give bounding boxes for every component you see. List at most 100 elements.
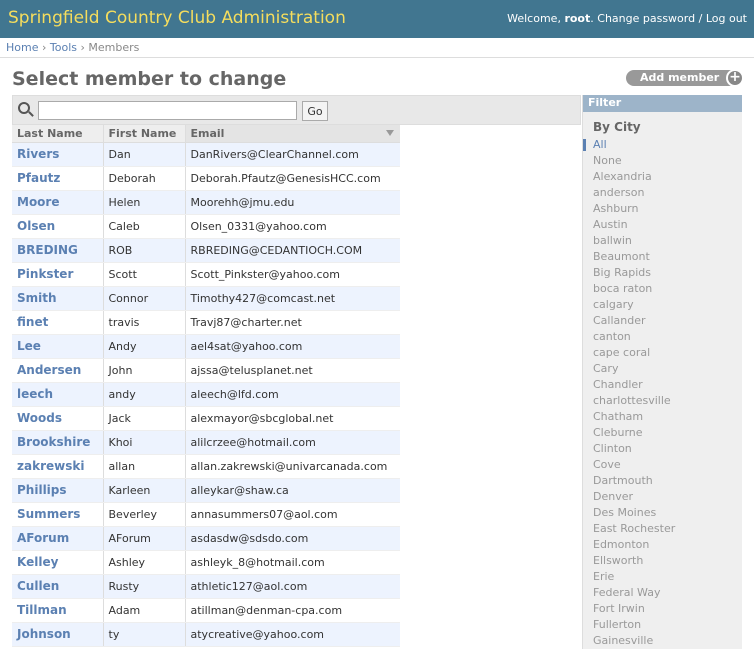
table-row: Tillman Adam atillman@denman-cpa.com	[12, 598, 400, 623]
member-edit-link[interactable]: Olsen	[17, 219, 55, 233]
member-edit-link[interactable]: Johnson	[17, 627, 71, 641]
member-edit-link[interactable]: finet	[17, 315, 48, 329]
change-password-link[interactable]: Change password	[597, 12, 695, 25]
header-bar: Springfield Country Club Administration …	[0, 0, 754, 38]
filter-option[interactable]: Des Moines	[583, 505, 742, 521]
email-cell: ajssa@telusplanet.net	[184, 358, 400, 383]
table-row: Summers Beverley annasummers07@aol.com	[12, 502, 400, 527]
first-name-cell: Connor	[102, 286, 185, 311]
last-name-cell: Cullen	[12, 574, 103, 599]
filter-option[interactable]: Edmonton	[583, 537, 742, 553]
last-name-cell: Summers	[12, 502, 103, 527]
filter-option[interactable]: boca raton	[583, 281, 742, 297]
filter-option[interactable]: All	[583, 137, 742, 153]
email-cell: atillman@denman-cpa.com	[184, 598, 400, 623]
filter-option[interactable]: canton	[583, 329, 742, 345]
member-edit-link[interactable]: Lee	[17, 339, 41, 353]
filter-option[interactable]: Cove	[583, 457, 742, 473]
filter-option[interactable]: Cary	[583, 361, 742, 377]
first-name-cell: Jack	[102, 406, 185, 431]
filter-option[interactable]: East Rochester	[583, 521, 742, 537]
member-edit-link[interactable]: Woods	[17, 411, 62, 425]
member-edit-link[interactable]: Brookshire	[17, 435, 90, 449]
member-edit-link[interactable]: Rivers	[17, 147, 59, 161]
filter-option[interactable]: Fort Irwin	[583, 601, 742, 617]
filter-option[interactable]: None	[583, 153, 742, 169]
filter-option[interactable]: Federal Way	[583, 585, 742, 601]
member-edit-link[interactable]: AForum	[17, 531, 69, 545]
table-row: BREDING ROB RBREDING@CEDANTIOCH.COM	[12, 238, 400, 263]
user-tools-separator: /	[698, 12, 703, 25]
last-name-cell: Brookshire	[12, 430, 103, 455]
filter-option[interactable]: Dartmouth	[583, 473, 742, 489]
filter-option[interactable]: Alexandria	[583, 169, 742, 185]
table-row: zakrewski allan allan.zakrewski@univarcana…	[12, 454, 400, 479]
filter-option[interactable]: Erie	[583, 569, 742, 585]
breadcrumb-separator: ›	[41, 41, 47, 54]
last-name-cell: Pinkster	[12, 262, 103, 287]
column-header-email[interactable]: Email	[184, 125, 400, 143]
filter-option[interactable]: Cleburne	[583, 425, 742, 441]
filter-option[interactable]: calgary	[583, 297, 742, 313]
last-name-cell: AForum	[12, 526, 103, 551]
member-edit-link[interactable]: Cullen	[17, 579, 59, 593]
member-edit-link[interactable]: Smith	[17, 291, 57, 305]
go-button[interactable]: Go	[302, 101, 328, 121]
add-member-label: Add member	[640, 71, 720, 84]
first-name-cell: travis	[102, 310, 185, 335]
member-edit-link[interactable]: Tillman	[17, 603, 67, 617]
column-header-last-name[interactable]: Last Name	[12, 125, 103, 143]
table-row: Kelley Ashley ashleyk_8@hotmail.com	[12, 550, 400, 575]
filter-option[interactable]: ballwin	[583, 233, 742, 249]
filter-option[interactable]: Denver	[583, 489, 742, 505]
breadcrumb: Home › Tools › Members	[0, 38, 754, 58]
filter-option[interactable]: Callander	[583, 313, 742, 329]
last-name-cell: Kelley	[12, 550, 103, 575]
email-cell: Olsen_0331@yahoo.com	[184, 214, 400, 239]
member-edit-link[interactable]: leech	[17, 387, 53, 401]
member-edit-link[interactable]: Kelley	[17, 555, 58, 569]
member-edit-link[interactable]: Andersen	[17, 363, 81, 377]
member-edit-link[interactable]: BREDING	[17, 243, 78, 257]
table-row: Smith Connor Timothy427@comcast.net	[12, 286, 400, 311]
username: root	[564, 12, 591, 25]
table-row: Phillips Karleen alleykar@shaw.ca	[12, 478, 400, 503]
member-edit-link[interactable]: Pinkster	[17, 267, 73, 281]
member-edit-link[interactable]: Phillips	[17, 483, 67, 497]
table-row: Pfautz Deborah Deborah.Pfautz@GenesisHCC.c…	[12, 166, 400, 191]
filter-option[interactable]: Chatham	[583, 409, 742, 425]
member-edit-link[interactable]: Summers	[17, 507, 80, 521]
filter-option[interactable]: Ashburn	[583, 201, 742, 217]
filter-option[interactable]: Big Rapids	[583, 265, 742, 281]
first-name-cell: allan	[102, 454, 185, 479]
search-input[interactable]	[38, 101, 297, 120]
results-table-container: Last Name First Name Email Rivers Dan DanR…	[12, 125, 402, 647]
member-edit-link[interactable]: zakrewski	[17, 459, 84, 473]
breadcrumb-tools[interactable]: Tools	[50, 41, 77, 54]
filter-option[interactable]: Clinton	[583, 441, 742, 457]
filter-option[interactable]: Fullerton	[583, 617, 742, 633]
filter-option[interactable]: charlottesville	[583, 393, 742, 409]
filter-option[interactable]: Chandler	[583, 377, 742, 393]
column-header-first-name[interactable]: First Name	[102, 125, 185, 143]
filter-option[interactable]: Austin	[583, 217, 742, 233]
email-cell: asdasdw@sdsdo.com	[184, 526, 400, 551]
filter-panel: Filter By City All None Alexandria anderson…	[582, 95, 742, 649]
page-title: Select member to change	[12, 68, 287, 90]
member-edit-link[interactable]: Pfautz	[17, 171, 60, 185]
breadcrumb-home[interactable]: Home	[6, 41, 38, 54]
first-name-cell: AForum	[102, 526, 185, 551]
filter-option[interactable]: Ellsworth	[583, 553, 742, 569]
filter-option[interactable]: Beaumont	[583, 249, 742, 265]
first-name-cell: ROB	[102, 238, 185, 263]
filter-option[interactable]: cape coral	[583, 345, 742, 361]
add-member-button[interactable]: Add member +	[626, 69, 744, 87]
filter-list: All None Alexandria anderson Ashburn Austin ba…	[583, 137, 742, 649]
filter-option[interactable]: Gainesville	[583, 633, 742, 649]
member-edit-link[interactable]: Moore	[17, 195, 60, 209]
filter-option[interactable]: anderson	[583, 185, 742, 201]
last-name-cell: Pfautz	[12, 166, 103, 191]
last-name-cell: finet	[12, 310, 103, 335]
last-name-cell: Moore	[12, 190, 103, 215]
logout-link[interactable]: Log out	[706, 12, 747, 25]
